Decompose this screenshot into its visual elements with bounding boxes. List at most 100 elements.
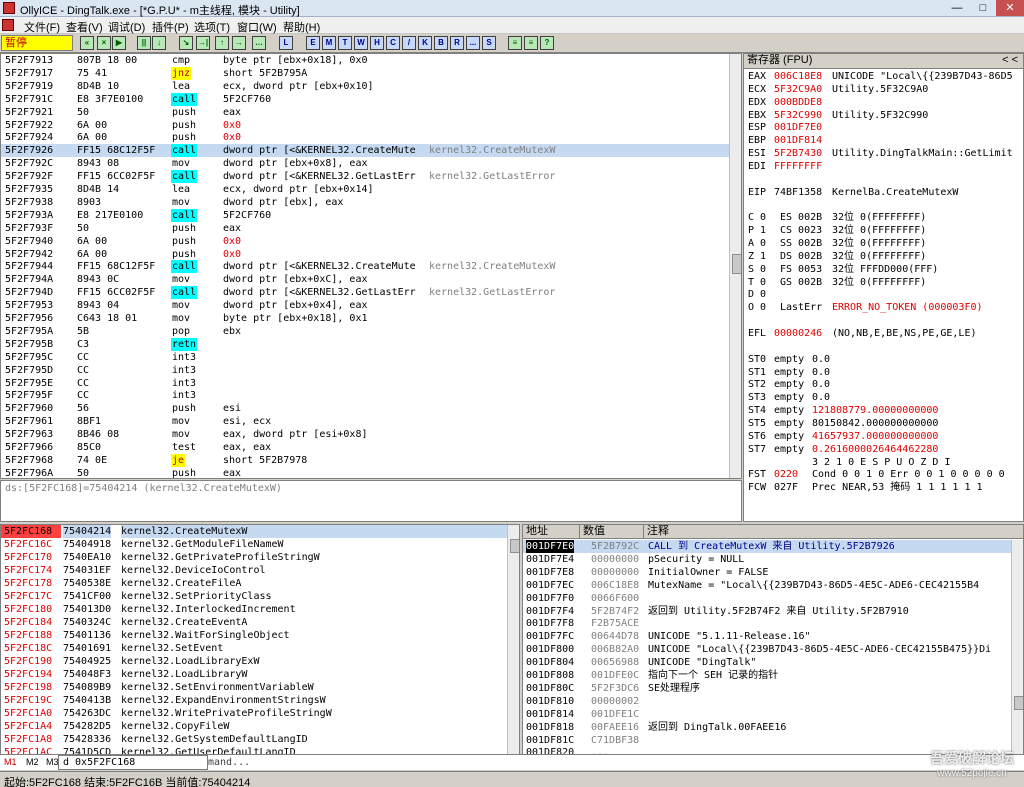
register-value[interactable]: 74BF1358 xyxy=(774,186,822,199)
stack-row[interactable]: 001DF7F8 F2B75ACE xyxy=(523,617,1011,630)
menu-options[interactable]: 选项(T) xyxy=(194,19,230,35)
register-row[interactable]: ESI 5F2B7430 Utility.DingTalkMain::GetLimi… xyxy=(748,147,1023,160)
dump-row[interactable]: 5F2FC1A8 75428336 kernel32.GetSystemDefaul… xyxy=(1,733,507,746)
stack-row[interactable]: 001DF814 001DFE1C xyxy=(523,708,1011,721)
register-value[interactable]: 00000246 xyxy=(774,327,822,340)
dump-row[interactable]: 5F2FC198 754089B9 kernel32.SetEnvironmentV… xyxy=(1,681,507,694)
register-row[interactable]: EBX 5F32C990 Utility.5F32C990 xyxy=(748,109,1023,122)
registers-nav[interactable]: < < xyxy=(1002,54,1018,67)
register-row[interactable]: ST7 empty 0.2616000026464462280 xyxy=(748,443,1023,456)
maximize-button[interactable]: □ xyxy=(970,0,996,16)
stack-header-address[interactable]: 地址 xyxy=(523,525,580,539)
register-row[interactable]: EBP 001DF814 xyxy=(748,134,1023,147)
register-value[interactable]: 5F32C9A0 xyxy=(774,83,822,96)
threads-button[interactable]: W xyxy=(354,36,368,50)
dump-row[interactable]: 5F2FC184 7540324C kernel32.CreateEventA xyxy=(1,616,507,629)
dump-row[interactable]: 5F2FC178 7540538E kernel32.CreateFileA xyxy=(1,577,507,590)
menu-file[interactable]: 文件(F) xyxy=(24,19,60,35)
disasm-row[interactable]: 5F2F7935 8D4B 14 lea ecx, dword ptr [ebx+0x… xyxy=(1,183,729,196)
disasm-row[interactable]: 5F2F7913 807B 18 00 cmp byte ptr [ebx+0x18]… xyxy=(1,54,729,67)
stack-scrollbar[interactable] xyxy=(1011,540,1023,769)
register-value[interactable]: FS 0053 xyxy=(780,263,822,276)
stack-row[interactable]: 001DF7E0 5F2B792C CALL 到 CreateMutexW 来自 U… xyxy=(523,540,1011,553)
register-row[interactable]: ST6 empty 41657937.000000000000 xyxy=(748,430,1023,443)
register-value[interactable]: ES 002B xyxy=(780,211,822,224)
register-value[interactable]: empty xyxy=(774,378,804,391)
disasm-row[interactable]: 5F2F791C E8 3F7E0100 call 5F2CF760 xyxy=(1,92,729,106)
register-row[interactable]: EFL 00000246 (NO,NB,E,BE,NS,PE,GE,LE) xyxy=(748,327,1023,340)
register-value[interactable]: 0220 xyxy=(774,468,798,481)
dump-pane[interactable]: 5F2FC168 75404214 kernel32.CreateMutexW 5F2… xyxy=(0,524,520,770)
dump-scrollbar[interactable] xyxy=(507,525,519,769)
register-row[interactable]: A 0 SS 002B 32位 0(FFFFFFFF) xyxy=(748,237,1023,250)
disasm-row[interactable]: 5F2F793A E8 217E0100 call 5F2CF760 xyxy=(1,208,729,222)
register-row[interactable] xyxy=(748,199,1023,212)
execute-till-return-button[interactable]: … xyxy=(252,36,266,50)
run-trace-button[interactable]: S xyxy=(482,36,496,50)
disassembly-pane[interactable]: 5F2F7913 807B 18 00 cmp byte ptr [ebx+0x18]… xyxy=(0,53,742,479)
options-button[interactable]: ≡ xyxy=(524,36,538,50)
call-stack-button[interactable]: B xyxy=(434,36,448,50)
register-row[interactable]: C 0 ES 002B 32位 0(FFFFFFFF) xyxy=(748,211,1023,224)
pause-button[interactable]: ↓ xyxy=(152,36,166,50)
disasm-row[interactable]: 5F2F7922 6A 00 push 0x0 xyxy=(1,119,729,132)
disasm-row[interactable]: 5F2F795D CC int3 xyxy=(1,364,729,377)
disasm-row[interactable]: 5F2F7924 6A 00 push 0x0 xyxy=(1,131,729,144)
register-row[interactable]: ST5 empty 80150842.000000000000 xyxy=(748,417,1023,430)
register-value[interactable]: empty xyxy=(774,443,804,456)
help-button[interactable]: ? xyxy=(540,36,554,50)
source-button[interactable]: ≡ xyxy=(508,36,522,50)
registers-pane[interactable]: 寄存器 (FPU) < < EAX 006C18E8 UNICODE "Local\… xyxy=(743,53,1024,522)
register-row[interactable] xyxy=(748,340,1023,353)
stack-row[interactable]: 001DF804 00656988 UNICODE "DingTalk" xyxy=(523,656,1011,669)
disasm-row[interactable]: 5F2F794D FF15 6CC02F5F call dword ptr [<&KE… xyxy=(1,286,729,300)
register-value[interactable]: empty xyxy=(774,391,804,404)
register-row[interactable]: EDI FFFFFFFF xyxy=(748,160,1023,173)
step-into-button[interactable]: ↘ xyxy=(179,36,193,50)
stack-header-value[interactable]: 数值 xyxy=(580,525,644,539)
register-value[interactable]: empty xyxy=(774,417,804,430)
patches-button[interactable]: K xyxy=(418,36,432,50)
dump-row[interactable]: 5F2FC188 75401136 kernel32.WaitForSingleOb… xyxy=(1,629,507,642)
register-row[interactable]: 3 2 1 0 E S P U O Z D I xyxy=(748,456,1023,469)
register-value[interactable]: CS 0023 xyxy=(780,224,822,237)
references-button[interactable]: ... xyxy=(466,36,480,50)
stack-row[interactable]: 001DF810 00000002 xyxy=(523,695,1011,708)
register-row[interactable] xyxy=(748,314,1023,327)
stack-pane[interactable]: 地址 数值 注释 001DF7E0 5F2B792C CALL 到 CreateMu… xyxy=(522,524,1024,770)
restart-button[interactable]: ▶ xyxy=(112,36,126,50)
register-row[interactable]: ESP 001DF7E0 xyxy=(748,121,1023,134)
mem-tab-m2[interactable]: M2 xyxy=(26,757,39,767)
register-row[interactable]: Z 1 DS 002B 32位 0(FFFFFFFF) xyxy=(748,250,1023,263)
close-button[interactable]: ✕ xyxy=(996,0,1024,16)
stack-row[interactable]: 001DF818 00FAEE16 返回到 DingTalk.00FAEE16 xyxy=(523,721,1011,734)
menu-debug[interactable]: 调试(D) xyxy=(108,19,145,35)
mem-tab-m1[interactable]: M1 xyxy=(4,757,17,767)
disasm-row[interactable]: 5F2F7963 8B46 08 mov eax, dword ptr [esi+0x… xyxy=(1,428,729,441)
go-to-button[interactable]: L xyxy=(279,36,293,50)
stack-scroll-thumb[interactable] xyxy=(1014,696,1023,710)
register-value[interactable]: empty xyxy=(774,430,804,443)
disasm-row[interactable]: 5F2F7966 85C0 test eax, eax xyxy=(1,441,729,454)
register-row[interactable]: FST 0220 Cond 0 0 1 0 Err 0 0 1 0 0 0 0 0 xyxy=(748,468,1023,481)
register-value[interactable]: 006C18E8 xyxy=(774,70,822,83)
stack-row[interactable]: 001DF80C 5F2F3DC6 SE处理程序 xyxy=(523,682,1011,695)
register-row[interactable]: O 0 LastErr ERROR_NO_TOKEN (000003F0) xyxy=(748,301,1023,314)
disasm-row[interactable]: 5F2F7944 FF15 68C12F5F call dword ptr [<&KE… xyxy=(1,260,729,274)
disasm-row[interactable]: 5F2F7953 8943 04 mov dword ptr [ebx+0x4], e… xyxy=(1,299,729,312)
stack-row[interactable]: 001DF7FC 00644D78 UNICODE "5.1.11-Release.… xyxy=(523,630,1011,643)
disasm-row[interactable]: 5F2F7938 8903 mov dword ptr [ebx], eax xyxy=(1,196,729,209)
disasm-row[interactable]: 5F2F7919 8D4B 10 lea ecx, dword ptr [ebx+0x… xyxy=(1,80,729,93)
disasm-row[interactable]: 5F2F7956 C643 18 01 mov byte ptr [ebx+0x18]… xyxy=(1,312,729,325)
register-value[interactable]: LastErr xyxy=(780,301,822,314)
disasm-row[interactable]: 5F2F7940 6A 00 push 0x0 xyxy=(1,235,729,248)
stack-row[interactable]: 001DF7E8 00000000 InitialOwner = FALSE xyxy=(523,566,1011,579)
minimize-button[interactable]: — xyxy=(944,0,970,16)
step-over-button[interactable]: →| xyxy=(196,36,210,50)
dump-row[interactable]: 5F2FC180 754013D0 kernel32.InterlockedIncr… xyxy=(1,603,507,616)
dump-row[interactable]: 5F2FC168 75404214 kernel32.CreateMutexW xyxy=(1,525,507,538)
run-button[interactable]: || xyxy=(137,36,151,50)
register-row[interactable]: D 0 xyxy=(748,288,1023,301)
disasm-row[interactable]: 5F2F796A 50 push eax xyxy=(1,467,729,478)
menu-window[interactable]: 窗口(W) xyxy=(237,19,277,35)
